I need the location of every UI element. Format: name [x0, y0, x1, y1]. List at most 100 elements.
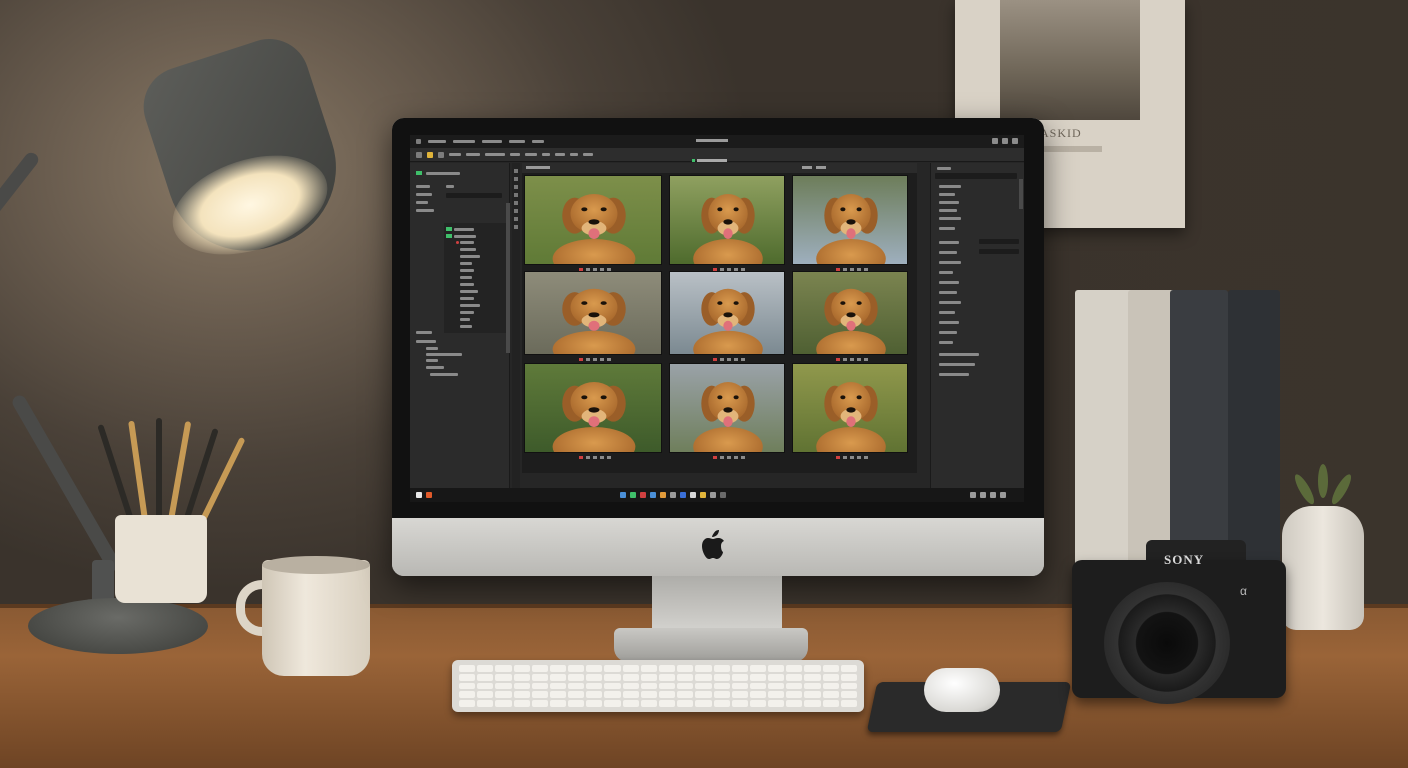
rating-star-icon[interactable]: [607, 455, 611, 459]
panel-label[interactable]: [939, 281, 959, 284]
toolbar-label[interactable]: [542, 153, 550, 156]
toolbar-label[interactable]: [466, 153, 480, 156]
toolbar-label[interactable]: [583, 153, 593, 156]
toolbar-label[interactable]: [525, 153, 537, 156]
folder-icon[interactable]: [446, 227, 452, 231]
toolbar-label[interactable]: [510, 153, 520, 156]
maximize-icon[interactable]: [1002, 138, 1008, 144]
app-icon[interactable]: [650, 492, 656, 498]
panel-label[interactable]: [939, 227, 955, 230]
rating-star-icon[interactable]: [734, 455, 738, 459]
tree-item[interactable]: [460, 304, 480, 307]
minimize-icon[interactable]: [992, 138, 998, 144]
toolbar-label[interactable]: [485, 153, 505, 156]
rating-star-icon[interactable]: [857, 455, 861, 459]
rating-star-icon[interactable]: [741, 455, 745, 459]
tree-item[interactable]: [460, 318, 470, 321]
photo-thumbnail[interactable]: [792, 363, 908, 453]
photo-thumbnail[interactable]: [669, 175, 785, 265]
app-icon[interactable]: [426, 492, 432, 498]
panel-label[interactable]: [426, 366, 444, 369]
toolbar-label[interactable]: [449, 153, 461, 156]
panel-label[interactable]: [426, 353, 462, 356]
rating-star-icon[interactable]: [586, 357, 590, 361]
start-icon[interactable]: [416, 492, 422, 498]
tool-icon[interactable]: [514, 193, 518, 197]
grid-view-icon[interactable]: [438, 151, 444, 158]
tree-item[interactable]: [460, 248, 476, 251]
panel-scrollbar[interactable]: [1019, 179, 1023, 209]
folder-icon[interactable]: [446, 234, 452, 238]
app-icon[interactable]: [620, 492, 626, 498]
panel-field[interactable]: [446, 193, 502, 198]
reject-flag-icon[interactable]: [836, 455, 840, 459]
tool-icon[interactable]: [514, 217, 518, 221]
rating-star-icon[interactable]: [720, 455, 724, 459]
menu-item[interactable]: [428, 140, 446, 143]
rating-star-icon[interactable]: [727, 357, 731, 361]
rating-star-icon[interactable]: [734, 357, 738, 361]
menu-item[interactable]: [453, 140, 475, 143]
reject-flag-icon[interactable]: [713, 357, 717, 361]
tray-icon[interactable]: [990, 492, 996, 498]
folder-icon[interactable]: [427, 151, 433, 158]
tree-item[interactable]: [454, 228, 474, 231]
menu-item[interactable]: [532, 140, 544, 143]
tree-item[interactable]: [460, 283, 474, 286]
panel-label[interactable]: [426, 347, 438, 350]
reject-flag-icon[interactable]: [836, 357, 840, 361]
panel-label[interactable]: [939, 291, 957, 294]
app-icon[interactable]: [710, 492, 716, 498]
app-icon[interactable]: [416, 139, 421, 144]
panel-label[interactable]: [939, 241, 959, 244]
panel-label[interactable]: [939, 193, 955, 196]
panel-label[interactable]: [939, 341, 953, 344]
tool-icon[interactable]: [514, 185, 518, 189]
panel-label[interactable]: [939, 217, 961, 220]
rating-star-icon[interactable]: [727, 455, 731, 459]
app-icon[interactable]: [720, 492, 726, 498]
tree-item[interactable]: [460, 269, 474, 272]
photo-thumbnail[interactable]: [792, 271, 908, 355]
reject-flag-icon[interactable]: [713, 455, 717, 459]
menu-item[interactable]: [509, 140, 525, 143]
rating-star-icon[interactable]: [850, 357, 854, 361]
photo-thumbnail[interactable]: [524, 363, 662, 453]
panel-label[interactable]: [939, 373, 969, 376]
photo-thumbnail[interactable]: [669, 271, 785, 355]
tree-item[interactable]: [460, 276, 472, 279]
rating-star-icon[interactable]: [864, 455, 868, 459]
tree-item[interactable]: [460, 262, 472, 265]
app-icon[interactable]: [700, 492, 706, 498]
panel-field[interactable]: [979, 249, 1019, 254]
panel-label[interactable]: [939, 321, 959, 324]
tool-icon[interactable]: [514, 201, 518, 205]
tree-item[interactable]: [460, 325, 472, 328]
panel-field[interactable]: [935, 173, 1017, 179]
panel-label[interactable]: [939, 301, 961, 304]
rating-star-icon[interactable]: [864, 357, 868, 361]
tool-icon[interactable]: [514, 177, 518, 181]
tree-item[interactable]: [460, 290, 478, 293]
panel-scrollbar[interactable]: [506, 203, 510, 353]
reject-flag-icon[interactable]: [579, 357, 583, 361]
tree-item[interactable]: [460, 311, 474, 314]
tool-icon[interactable]: [514, 169, 518, 173]
panel-label[interactable]: [416, 185, 430, 188]
panel-label[interactable]: [939, 251, 957, 254]
tree-item[interactable]: [460, 241, 474, 244]
tray-icon[interactable]: [970, 492, 976, 498]
panel-label[interactable]: [939, 261, 961, 264]
rating-star-icon[interactable]: [857, 357, 861, 361]
panel-label[interactable]: [416, 201, 428, 204]
panel-label[interactable]: [416, 193, 432, 196]
panel-label[interactable]: [426, 359, 438, 362]
toolbar-label[interactable]: [555, 153, 565, 156]
rating-star-icon[interactable]: [593, 455, 597, 459]
tool-icon[interactable]: [514, 225, 518, 229]
photo-thumbnail[interactable]: [524, 175, 662, 265]
panel-label[interactable]: [416, 209, 434, 212]
app-icon[interactable]: [690, 492, 696, 498]
photo-thumbnail[interactable]: [524, 271, 662, 355]
toolbar-label[interactable]: [570, 153, 578, 156]
